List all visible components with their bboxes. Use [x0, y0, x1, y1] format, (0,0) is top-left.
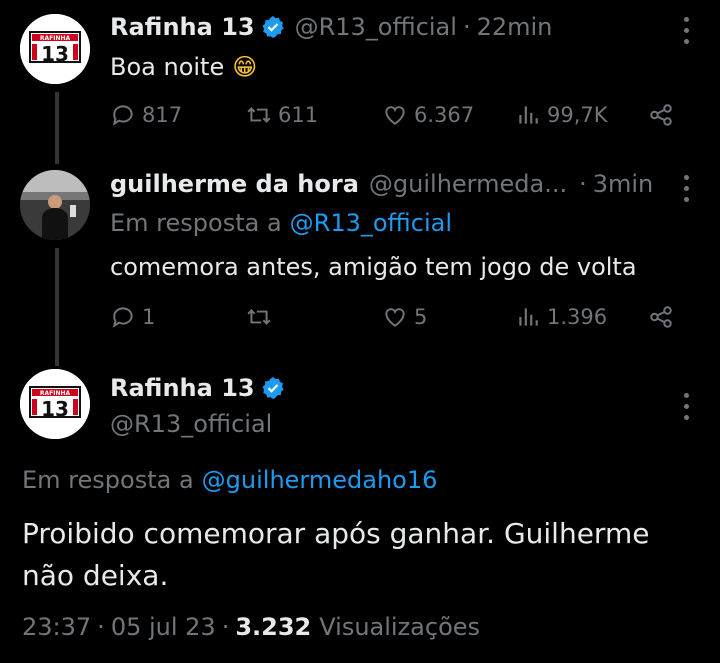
views-count: 99,7K: [547, 103, 608, 127]
tweet-time[interactable]: 23:37: [22, 613, 91, 641]
tweet[interactable]: RAFINHA 13 Rafinha 13 @R13_official · 22…: [0, 0, 720, 150]
focused-tweet: RAFINHA 13 Rafinha 13 @R13_official Em r…: [0, 365, 720, 663]
reply-count: 1: [142, 305, 156, 329]
reply-button[interactable]: 817: [110, 102, 182, 128]
verified-badge-icon: [262, 377, 284, 399]
separator: ·: [97, 613, 105, 641]
grin-emoji-icon: 😁: [232, 53, 258, 81]
reply-context: Em resposta a @R13_official: [110, 206, 452, 240]
tweet-time[interactable]: 3min: [593, 170, 654, 198]
author-name[interactable]: Rafinha 13: [110, 374, 255, 402]
author-name[interactable]: Rafinha 13: [110, 13, 255, 41]
reply-context: Em resposta a @guilhermedaho16: [22, 463, 437, 497]
tweet-date[interactable]: 05 jul 23: [111, 613, 216, 641]
share-icon: [650, 306, 672, 328]
retweet-button[interactable]: [246, 304, 278, 330]
tweet[interactable]: guilherme da hora @guilhermeda... · 3min…: [0, 160, 720, 350]
reply-to-link[interactable]: @guilhermedaho16: [202, 466, 438, 494]
tweet-text-line: não deixa.: [22, 559, 169, 592]
tweet-text-content: Boa noite: [110, 53, 225, 81]
more-icon[interactable]: [681, 390, 691, 423]
reply-icon: [112, 307, 133, 328]
tweet-time[interactable]: 22min: [477, 13, 553, 41]
share-button[interactable]: [648, 102, 674, 128]
tweet-header: Rafinha 13: [110, 371, 285, 405]
like-count: 5: [414, 305, 428, 329]
svg-text:RAFINHA: RAFINHA: [40, 35, 71, 42]
share-button[interactable]: [648, 304, 674, 330]
svg-text:13: 13: [41, 42, 69, 66]
author-handle[interactable]: @R13_official: [295, 13, 457, 41]
views-count: 1.396: [547, 305, 608, 329]
reply-icon: [112, 105, 133, 126]
reply-button[interactable]: 1: [110, 304, 155, 330]
reply-count: 817: [142, 103, 183, 127]
retweet-icon: [247, 107, 271, 123]
tweet-meta: 23:37 · 05 jul 23 · 3.232 Visualizações: [22, 610, 480, 644]
separator: ·: [579, 170, 587, 198]
avatar[interactable]: RAFINHA 13: [20, 369, 90, 439]
author-name[interactable]: guilherme da hora: [110, 170, 359, 198]
retweet-button[interactable]: 611: [246, 102, 318, 128]
reply-prefix: Em resposta a: [110, 209, 282, 237]
avatar[interactable]: [20, 170, 90, 240]
tweet-text: Boa noite 😁: [110, 50, 257, 84]
reply-to-link[interactable]: @R13_official: [290, 209, 452, 237]
retweet-icon: [247, 309, 271, 325]
author-handle[interactable]: @guilhermeda...: [369, 170, 567, 198]
more-icon[interactable]: [681, 172, 691, 205]
views-button[interactable]: 1.396: [515, 304, 607, 330]
tweet-header: guilherme da hora @guilhermeda... · 3min: [110, 167, 653, 201]
author-handle[interactable]: @R13_official: [110, 407, 272, 441]
like-icon: [385, 106, 405, 125]
rafinha-logo-icon: RAFINHA 13: [20, 14, 90, 84]
rafinha-logo-icon: RAFINHA 13: [20, 369, 90, 439]
tweet-text: comemora antes, amigão tem jogo de volta: [110, 253, 637, 281]
views-count: 3.232: [235, 613, 312, 641]
retweet-count: 611: [278, 103, 319, 127]
avatar[interactable]: RAFINHA 13: [20, 14, 90, 84]
separator: ·: [462, 13, 471, 41]
svg-text:13: 13: [41, 397, 69, 421]
views-button[interactable]: 99,7K: [515, 102, 608, 128]
like-count: 6.367: [414, 103, 475, 127]
like-icon: [385, 308, 405, 327]
views-icon: [519, 106, 538, 124]
tweet-text-line: Proibido comemorar após ganhar. Guilherm…: [22, 517, 650, 550]
more-icon[interactable]: [681, 14, 691, 47]
tweet-header: Rafinha 13 @R13_official · 22min: [110, 10, 552, 44]
tweet-text: Proibido comemorar após ganhar. Guilherm…: [22, 513, 649, 597]
like-button[interactable]: 6.367: [382, 102, 474, 128]
reply-prefix: Em resposta a: [22, 466, 194, 494]
like-button[interactable]: 5: [382, 304, 427, 330]
svg-text:RAFINHA: RAFINHA: [40, 390, 71, 397]
user-photo-icon: [20, 170, 90, 240]
verified-badge-icon: [262, 16, 284, 38]
views-icon: [519, 308, 538, 326]
views-label: Visualizações: [319, 613, 481, 641]
share-icon: [650, 104, 672, 126]
separator: ·: [221, 613, 230, 641]
